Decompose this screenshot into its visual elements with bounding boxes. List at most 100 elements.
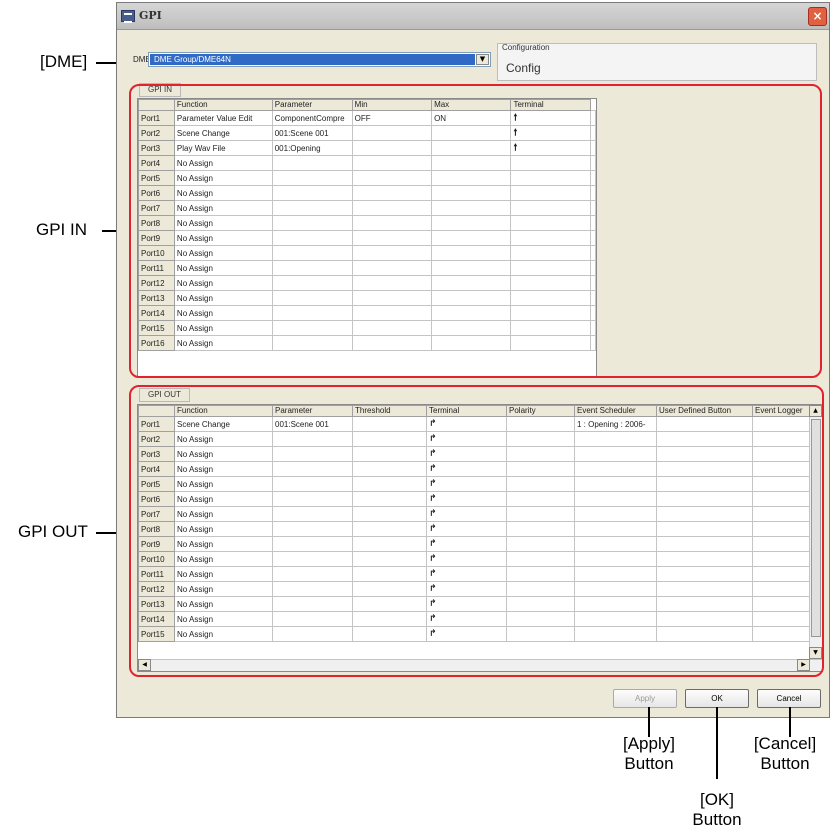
gpi-in-max-cell[interactable]	[431, 140, 512, 156]
gpi-out-row[interactable]: Port7 No Assign ↱	[138, 506, 813, 522]
gpi-out-terminal-cell[interactable]: ↱	[426, 521, 507, 537]
gpi-in-max-cell[interactable]	[431, 305, 512, 321]
gpi-out-row[interactable]: Port12 No Assign ↱	[138, 581, 813, 597]
gpi-out-event-logger-cell[interactable]	[752, 611, 813, 627]
gpi-out-event-scheduler-cell[interactable]	[574, 461, 657, 477]
gpi-out-polarity-cell[interactable]	[506, 476, 575, 492]
gpi-in-col-function[interactable]: Function	[173, 99, 273, 111]
gpi-in-parameter-cell[interactable]	[271, 230, 353, 246]
gpi-out-user-defined-button-cell[interactable]	[656, 446, 753, 462]
gpi-out-terminal-cell[interactable]: ↱	[426, 461, 507, 477]
gpi-out-user-defined-button-cell[interactable]	[656, 416, 753, 432]
gpi-out-function-cell[interactable]: No Assign	[174, 461, 273, 477]
gpi-out-row[interactable]: Port2 No Assign ↱	[138, 431, 813, 447]
gpi-in-function-cell[interactable]: Parameter Value Edit	[173, 110, 273, 126]
gpi-out-terminal-cell[interactable]: ↱	[426, 446, 507, 462]
gpi-out-terminal-cell[interactable]: ↱	[426, 416, 507, 432]
gpi-out-polarity-cell[interactable]	[506, 581, 575, 597]
gpi-in-row[interactable]: Port11 No Assign	[138, 260, 596, 276]
gpi-out-event-logger-cell[interactable]	[752, 431, 813, 447]
gpi-out-event-logger-cell[interactable]	[752, 446, 813, 462]
gpi-in-parameter-cell[interactable]	[271, 305, 353, 321]
gpi-out-terminal-cell[interactable]: ↱	[426, 506, 507, 522]
gpi-in-row[interactable]: Port16 No Assign	[138, 335, 596, 351]
gpi-in-terminal-cell[interactable]	[510, 185, 591, 201]
gpi-in-parameter-cell[interactable]	[271, 185, 353, 201]
gpi-in-row[interactable]: Port5 No Assign	[138, 170, 596, 186]
gpi-out-event-scheduler-cell[interactable]	[574, 596, 657, 612]
gpi-out-threshold-cell[interactable]	[352, 416, 427, 432]
gpi-in-min-cell[interactable]	[351, 170, 433, 186]
gpi-out-row[interactable]: Port15 No Assign ↱	[138, 626, 813, 642]
gpi-out-parameter-cell[interactable]	[272, 431, 353, 447]
gpi-out-event-scheduler-cell[interactable]: 1 : Opening : 2006-	[574, 416, 657, 432]
gpi-in-row[interactable]: Port1 Parameter Value Edit ComponentCompre…	[138, 110, 596, 126]
gpi-out-user-defined-button-cell[interactable]	[656, 476, 753, 492]
gpi-out-parameter-cell[interactable]	[272, 491, 353, 507]
gpi-in-function-cell[interactable]: No Assign	[173, 215, 273, 231]
gpi-out-event-logger-cell[interactable]	[752, 626, 813, 642]
gpi-out-col-event-scheduler[interactable]: Event Scheduler	[574, 405, 657, 417]
gpi-in-max-cell[interactable]	[431, 125, 512, 141]
gpi-in-terminal-cell[interactable]	[510, 170, 591, 186]
gpi-out-row[interactable]: Port11 No Assign ↱	[138, 566, 813, 582]
scroll-down-arrow-icon[interactable]: ▼	[809, 647, 822, 659]
gpi-out-col-threshold[interactable]: Threshold	[352, 405, 427, 417]
gpi-out-function-cell[interactable]: No Assign	[174, 551, 273, 567]
gpi-out-event-logger-cell[interactable]	[752, 596, 813, 612]
gpi-in-min-cell[interactable]	[351, 275, 433, 291]
gpi-out-row[interactable]: Port6 No Assign ↱	[138, 491, 813, 507]
gpi-out-parameter-cell[interactable]	[272, 461, 353, 477]
gpi-in-max-cell[interactable]	[431, 200, 512, 216]
gpi-out-polarity-cell[interactable]	[506, 416, 575, 432]
gpi-out-row[interactable]: Port10 No Assign ↱	[138, 551, 813, 567]
gpi-out-function-cell[interactable]: No Assign	[174, 596, 273, 612]
gpi-in-terminal-cell[interactable]: 🠕	[510, 125, 591, 141]
gpi-in-terminal-cell[interactable]	[510, 335, 591, 351]
gpi-out-row[interactable]: Port3 No Assign ↱	[138, 446, 813, 462]
gpi-in-parameter-cell[interactable]	[271, 245, 353, 261]
gpi-out-parameter-cell[interactable]	[272, 566, 353, 582]
gpi-out-threshold-cell[interactable]	[352, 626, 427, 642]
gpi-out-event-logger-cell[interactable]	[752, 416, 813, 432]
gpi-out-event-logger-cell[interactable]	[752, 566, 813, 582]
gpi-in-function-cell[interactable]: Scene Change	[173, 125, 273, 141]
gpi-out-parameter-cell[interactable]	[272, 596, 353, 612]
gpi-in-min-cell[interactable]	[351, 305, 433, 321]
gpi-out-row[interactable]: Port1 Scene Change 001:Scene 001 ↱ 1 : Openi…	[138, 416, 813, 432]
gpi-out-threshold-cell[interactable]	[352, 536, 427, 552]
gpi-in-max-cell[interactable]	[431, 230, 512, 246]
gpi-in-function-cell[interactable]: No Assign	[173, 185, 273, 201]
gpi-out-polarity-cell[interactable]	[506, 626, 575, 642]
gpi-out-event-scheduler-cell[interactable]	[574, 491, 657, 507]
gpi-in-terminal-cell[interactable]	[510, 245, 591, 261]
gpi-out-terminal-cell[interactable]: ↱	[426, 491, 507, 507]
gpi-in-min-cell[interactable]	[351, 320, 433, 336]
scroll-up-arrow-icon[interactable]: ▲	[809, 405, 822, 417]
gpi-in-terminal-cell[interactable]	[510, 290, 591, 306]
gpi-out-event-scheduler-cell[interactable]	[574, 626, 657, 642]
gpi-in-parameter-cell[interactable]	[271, 320, 353, 336]
gpi-out-polarity-cell[interactable]	[506, 566, 575, 582]
gpi-out-polarity-cell[interactable]	[506, 521, 575, 537]
gpi-out-event-scheduler-cell[interactable]	[574, 446, 657, 462]
gpi-in-function-cell[interactable]: No Assign	[173, 245, 273, 261]
close-icon[interactable]: ×	[808, 7, 827, 26]
gpi-in-terminal-cell[interactable]	[510, 305, 591, 321]
gpi-in-parameter-cell[interactable]	[271, 170, 353, 186]
gpi-in-function-cell[interactable]: No Assign	[173, 275, 273, 291]
gpi-out-vertical-scrollbar[interactable]: ▲ ▼	[809, 405, 822, 659]
gpi-out-terminal-cell[interactable]: ↱	[426, 581, 507, 597]
gpi-in-min-cell[interactable]	[351, 290, 433, 306]
gpi-out-event-scheduler-cell[interactable]	[574, 506, 657, 522]
gpi-in-function-cell[interactable]: Play Wav File	[173, 140, 273, 156]
gpi-out-row[interactable]: Port4 No Assign ↱	[138, 461, 813, 477]
gpi-out-col-parameter[interactable]: Parameter	[272, 405, 353, 417]
gpi-in-row[interactable]: Port10 No Assign	[138, 245, 596, 261]
gpi-in-max-cell[interactable]	[431, 245, 512, 261]
gpi-in-parameter-cell[interactable]: ComponentCompre	[271, 110, 353, 126]
gpi-in-row[interactable]: Port12 No Assign	[138, 275, 596, 291]
gpi-in-row[interactable]: Port4 No Assign	[138, 155, 596, 171]
gpi-out-event-scheduler-cell[interactable]	[574, 476, 657, 492]
gpi-in-parameter-cell[interactable]	[271, 215, 353, 231]
